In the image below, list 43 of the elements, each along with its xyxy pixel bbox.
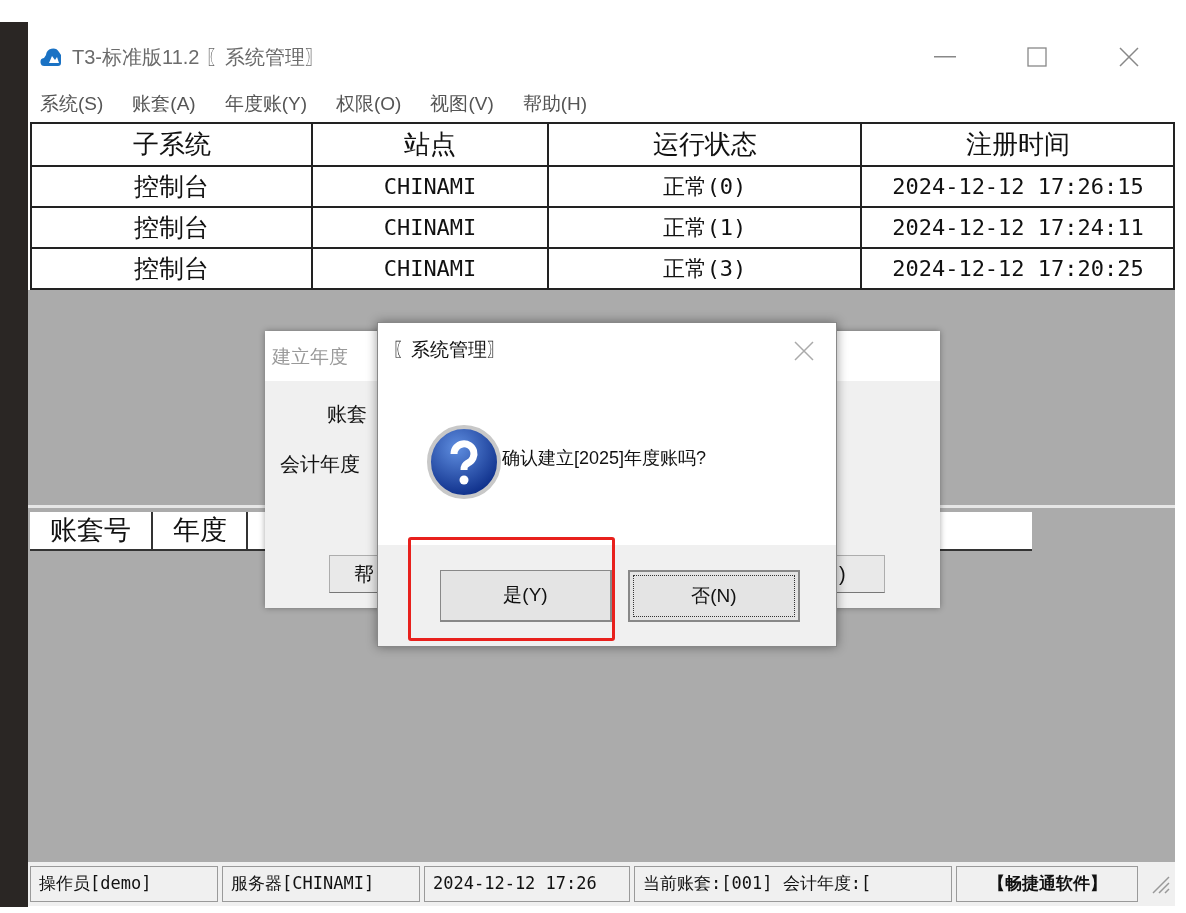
close-icon[interactable] [1119,47,1139,67]
table-cell: CHINAMI [313,206,549,247]
field-label: 账套 [327,402,367,427]
table-cell: 2024-12-12 17:20:25 [862,247,1174,288]
menu-item[interactable]: 视图(V) [428,89,496,119]
close-icon[interactable] [794,340,814,361]
column-header[interactable]: 运行状态 [549,124,862,165]
dialog-button[interactable]: 否(N) [628,570,800,622]
table-cell: 2024-12-12 17:26:15 [862,165,1174,206]
status-panel: 【畅捷通软件】 [956,866,1138,902]
dialog-title: 建立年度 [272,345,348,369]
menu-item[interactable]: 权限(O) [334,89,404,119]
status-panel: 服务器[CHINAMI] [222,866,420,902]
dialog-button[interactable]: 是(Y) [440,570,612,622]
minimize-icon[interactable] [934,56,956,58]
question-icon [426,423,502,500]
column-header[interactable]: 账套号 [30,512,153,549]
dialog-message: 确认建立[2025]年度账吗? [502,447,707,470]
status-panel: 2024-12-12 17:26 [424,866,630,902]
table-cell: 控制台 [32,247,313,288]
menu-item[interactable]: 年度账(Y) [222,89,309,119]
dialog-button[interactable]: ) [837,555,885,593]
menu-item[interactable]: 系统(S) [38,89,106,119]
status-panel: 操作员[demo] [30,866,218,902]
column-header[interactable]: 子系统 [32,124,313,165]
maximize-icon[interactable] [1027,47,1047,67]
menu-item[interactable]: 帮助(H) [520,89,590,119]
window-title: T3-标准版11.2 〖系统管理〗 [72,45,325,70]
table-cell: 正常(3) [549,247,862,288]
status-panel: 当前账套:[001] 会计年度:[ [634,866,952,902]
column-header[interactable]: 注册时间 [862,124,1174,165]
table-cell: 控制台 [32,165,313,206]
table-cell: 2024-12-12 17:24:11 [862,206,1174,247]
table-cell: 正常(0) [549,165,862,206]
dialog-button[interactable]: 帮 [329,555,377,593]
table-cell: CHINAMI [313,247,549,288]
column-header[interactable]: 站点 [313,124,549,165]
table-cell: 正常(1) [549,206,862,247]
table-cell: 控制台 [32,206,313,247]
menu-item[interactable]: 账套(A) [130,89,198,119]
dialog-title: 〖系统管理〗 [392,338,506,363]
table-cell: CHINAMI [313,165,549,206]
field-label: 会计年度 [280,452,360,477]
